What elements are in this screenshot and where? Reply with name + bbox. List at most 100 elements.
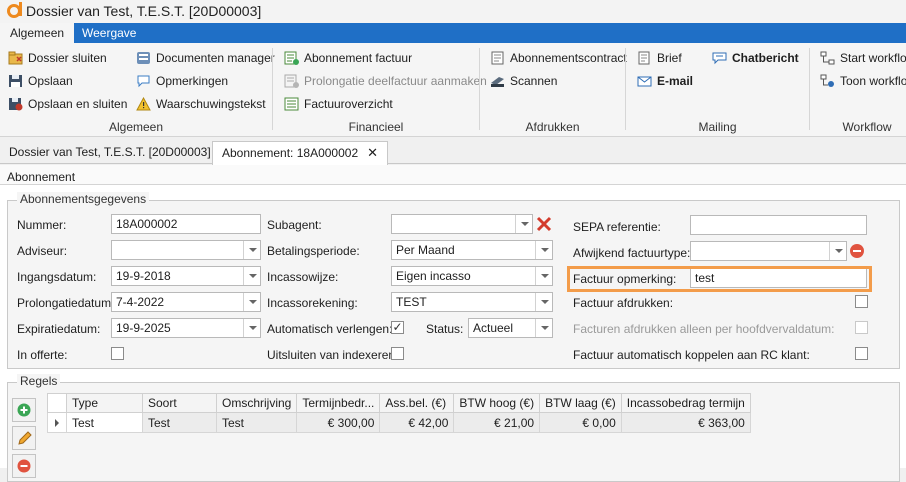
chatbericht-button[interactable]: Chatbericht [712,48,799,68]
group-label-algemeen: Algemeen [108,120,164,134]
automatisch-verlengen-label: Automatisch verlengen: [267,322,393,336]
tab-dossier-label: Dossier van Test, T.E.S.T. [20D00003] [9,145,211,159]
brief-button[interactable]: Brief [637,48,682,68]
workflow-start-icon [820,51,835,65]
tab-dossier[interactable]: Dossier van Test, T.E.S.T. [20D00003] [0,141,220,164]
title-bar: Dossier van Test, T.E.S.T. [20D00003] [0,0,906,23]
start-workflow-label: Start workflo [840,51,906,65]
brief-label: Brief [657,51,682,65]
ingangsdatum-field[interactable]: 19-9-2018 [111,266,261,286]
warning-icon [136,97,151,111]
chevron-down-icon[interactable] [829,242,846,260]
table-cell[interactable]: € 42,00 [379,412,455,433]
chevron-down-icon[interactable] [243,241,260,259]
close-folder-icon [8,51,23,65]
factuuroverzicht-button[interactable]: Factuuroverzicht [284,94,393,114]
documenten-manager-button[interactable]: Documenten manager [136,48,275,68]
table-header-row: Type Soort Omschrijving Termijnbedr... A… [47,393,751,413]
in-offerte-label: In offerte: [17,348,68,362]
regels-table: Type Soort Omschrijving Termijnbedr... A… [47,393,751,433]
table-cell[interactable]: Test [215,412,298,433]
status-select[interactable]: Actueel [468,318,553,338]
abonnement-factuur-button[interactable]: Abonnement factuur [284,48,412,68]
add-row-button[interactable] [12,398,36,422]
ribbon-tab-algemeen[interactable]: Algemeen [0,23,75,43]
uitsluiten-indexeren-checkbox[interactable] [391,347,404,360]
chevron-down-icon[interactable] [535,293,552,311]
expiratiedatum-field[interactable]: 19-9-2025 [111,318,261,338]
column-header-incassobedrag[interactable]: Incassobedrag termijn [620,393,751,413]
table-cell[interactable]: € 300,00 [296,412,381,433]
scannen-label: Scannen [510,74,558,88]
status-label: Status: [426,322,464,336]
betalingsperiode-select[interactable]: Per Maand [391,240,553,260]
chevron-down-icon[interactable] [535,241,552,259]
opmerkingen-button[interactable]: Opmerkingen [136,71,228,91]
column-header-type[interactable]: Type [66,393,143,413]
adviseur-select[interactable] [111,240,261,260]
waarschuwingstekst-label: Waarschuwingstekst [156,97,266,111]
clear-subagent-icon[interactable] [535,215,553,233]
incassorekening-label: Incassorekening: [267,296,358,310]
factuur-koppelen-rc-checkbox[interactable] [855,347,868,360]
in-offerte-checkbox[interactable] [111,347,124,360]
afwijkend-factuurtype-select[interactable] [690,241,847,261]
prolongatie-deelfactuur-button[interactable]: Prolongatie deelfactuur aanmaken [284,71,487,91]
delete-row-button[interactable] [12,454,36,478]
chevron-down-icon[interactable] [515,215,532,233]
email-icon [637,76,652,87]
panel-header: Abonnement [0,165,906,185]
facturen-hoofdvervaldatum-label: Facturen afdrukken alleen per hoofdverva… [573,322,835,336]
abonnementscontract-label: Abonnementscontract [510,51,627,65]
opslaan-button[interactable]: Opslaan [8,71,73,91]
sepa-referentie-field[interactable] [690,215,867,235]
save-close-icon [9,98,23,111]
scannen-button[interactable]: Scannen [490,71,557,91]
toon-workflow-button[interactable]: Toon workflo [820,71,906,91]
chevron-down-icon[interactable] [243,319,260,337]
factuur-afdrukken-checkbox[interactable] [855,295,868,308]
table-cell[interactable]: Test [142,412,217,433]
table-cell[interactable]: Test [66,412,143,433]
table-row[interactable]: Test Test Test € 300,00 € 42,00 € 21,00 … [47,412,751,433]
regels-title: Regels [17,374,61,388]
incassorekening-select[interactable]: TEST [391,292,553,312]
automatisch-verlengen-checkbox[interactable]: ✓ [391,321,404,334]
adviseur-label: Adviseur: [17,244,68,258]
dossier-sluiten-button[interactable]: Dossier sluiten [8,48,107,68]
waarschuwingstekst-button[interactable]: Waarschuwingstekst [136,94,266,114]
subagent-label: Subagent: [267,218,322,232]
incassowijze-select[interactable]: Eigen incasso [391,266,553,286]
column-header-soort[interactable]: Soort [142,393,217,413]
column-header-btw-hoog[interactable]: BTW hoog (€) [453,393,541,413]
chevron-down-icon[interactable] [243,267,260,285]
opslaan-en-sluiten-button[interactable]: Opslaan en sluiten [8,94,127,114]
start-workflow-button[interactable]: Start workflo [820,48,906,68]
invoice-list-icon [284,97,299,111]
edit-row-button[interactable] [12,426,36,450]
opmerkingen-label: Opmerkingen [156,74,229,88]
nummer-field[interactable]: 18A000002 [111,214,261,234]
table-cell[interactable]: € 0,00 [539,412,622,433]
remove-icon [17,459,31,473]
close-tab-icon[interactable]: ✕ [367,145,378,160]
chevron-down-icon[interactable] [243,293,260,311]
abonnement-factuur-label: Abonnement factuur [304,51,413,65]
column-header-omschrijving[interactable]: Omschrijving [215,393,298,413]
email-button[interactable]: E-mail [637,71,693,91]
column-header-btw-laag[interactable]: BTW laag (€) [539,393,622,413]
abonnementscontract-button[interactable]: Abonnementscontract [490,48,627,68]
column-header-termijnbedrag[interactable]: Termijnbedr... [296,393,381,413]
subagent-select[interactable] [391,214,533,234]
ribbon-tab-weergave[interactable]: Weergave [72,23,146,43]
prolongatiedatum-field[interactable]: 7-4-2022 [111,292,261,312]
chevron-down-icon[interactable] [535,319,552,337]
tab-abonnement[interactable]: Abonnement: 18A000002 ✕ [212,141,389,165]
chevron-down-icon[interactable] [535,267,552,285]
facturen-hoofdvervaldatum-checkbox[interactable] [855,321,868,334]
table-cell[interactable]: € 363,00 [620,412,751,433]
column-header-assbel[interactable]: Ass.bel. (€) [379,393,455,413]
remove-factuurtype-icon[interactable] [849,243,865,259]
app-logo-icon [7,2,22,18]
table-cell[interactable]: € 21,00 [453,412,541,433]
